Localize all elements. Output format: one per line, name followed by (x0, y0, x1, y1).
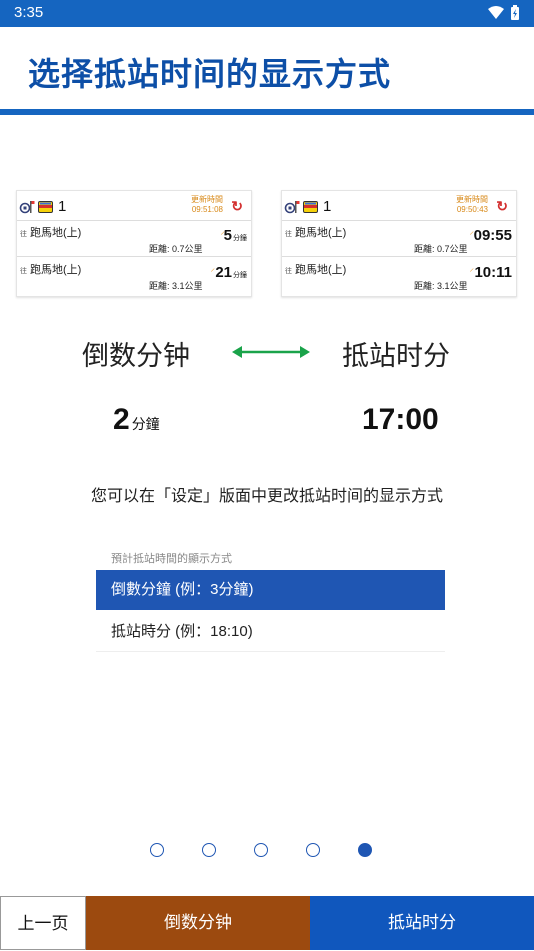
eta-row: 往跑馬地(上) 距離: 3.1公里 ⸝ 10:11 (282, 258, 516, 294)
refresh-icon: ↻ (231, 198, 243, 214)
eta-row: 往跑馬地(上) 距離: 0.7公里 ⸝ 09:55 (282, 221, 516, 257)
direction-prefix: 往 (285, 231, 292, 238)
countdown-example: 2 分鐘 (113, 403, 160, 437)
page-dot-active[interactable] (358, 843, 372, 857)
eta-value: 5 (223, 227, 232, 244)
countdown-sample-card: 1 更新時間 09:51:08 ↻ 往跑馬地(上) 距離: 0.7公里 ⸝ 5分… (16, 190, 252, 297)
destination: 跑馬地(上) (30, 227, 82, 239)
double-arrow-icon (232, 346, 310, 358)
option-countdown[interactable]: 倒數分鐘 (例：3分鐘) (96, 570, 445, 610)
countdown-mode-label: 倒数分钟 (82, 341, 190, 372)
settings-hint: 您可以在「设定」版面中更改抵站时间的显示方式 (90, 486, 443, 505)
destination: 跑馬地(上) (30, 264, 82, 276)
update-label: 更新時間 (191, 195, 223, 204)
header: 选择抵站时间的显示方式 (0, 27, 534, 109)
realtime-signal-icon: ⸝ (210, 263, 215, 273)
eta-row: 往跑馬地(上) 距離: 0.7公里 ⸝ 5分鐘 (17, 221, 251, 257)
countdown-button[interactable]: 倒数分钟 (86, 896, 310, 950)
eta-row: 往跑馬地(上) 距離: 3.1公里 ⸝ 21分鐘 (17, 258, 251, 294)
update-time: 09:51:08 (191, 205, 223, 214)
refresh-icon: ↻ (496, 198, 508, 214)
bus-stop-icon (284, 200, 300, 213)
distance: 距離: 0.7公里 (149, 244, 203, 254)
distance: 距離: 3.1公里 (149, 281, 203, 291)
route-number: 1 (58, 198, 67, 215)
settings-label: 預計抵站時間的顯示方式 (111, 552, 232, 565)
page-dot[interactable] (202, 843, 216, 857)
previous-button[interactable]: 上一页 (0, 896, 86, 950)
wifi-icon (488, 6, 504, 19)
battery-icon (511, 5, 519, 20)
realtime-signal-icon: ⸝ (469, 263, 474, 273)
eta-value: 10:11 (474, 264, 512, 281)
distance: 距離: 0.7公里 (414, 244, 468, 254)
countdown-example-unit: 分鐘 (131, 417, 160, 433)
page-indicator (150, 843, 372, 857)
bus-icon (303, 200, 318, 213)
destination: 跑馬地(上) (295, 227, 347, 239)
arrival-time-button[interactable]: 抵站时分 (310, 896, 534, 950)
direction-prefix: 往 (20, 268, 27, 275)
direction-prefix: 往 (20, 231, 27, 238)
status-time: 3:35 (14, 4, 44, 21)
option-arrival-time[interactable]: 抵站時分 (例：18:10) (96, 612, 445, 652)
countdown-example-value: 2 (113, 403, 130, 436)
distance: 距離: 3.1公里 (414, 281, 468, 291)
bus-icon (38, 200, 53, 213)
update-label: 更新時間 (456, 195, 488, 204)
eta-value: 21 (215, 264, 232, 281)
update-time: 09:50:43 (456, 205, 488, 214)
destination: 跑馬地(上) (295, 264, 347, 276)
status-bar: 3:35 (0, 0, 534, 27)
page-title: 选择抵站时间的显示方式 (28, 55, 392, 93)
title-divider (0, 109, 534, 115)
arrival-example: 17:00 (362, 403, 439, 436)
page-dot[interactable] (150, 843, 164, 857)
page-dot[interactable] (306, 843, 320, 857)
eta-unit: 分鐘 (233, 272, 247, 279)
arrival-time-sample-card: 1 更新時間 09:50:43 ↻ 往跑馬地(上) 距離: 0.7公里 ⸝ 09… (281, 190, 517, 297)
eta-unit: 分鐘 (233, 235, 247, 242)
page-dot[interactable] (254, 843, 268, 857)
arrival-mode-label: 抵站时分 (342, 341, 450, 372)
bus-stop-icon (19, 200, 35, 213)
route-number: 1 (323, 198, 332, 215)
eta-value: 09:55 (473, 227, 512, 244)
direction-prefix: 往 (285, 268, 292, 275)
